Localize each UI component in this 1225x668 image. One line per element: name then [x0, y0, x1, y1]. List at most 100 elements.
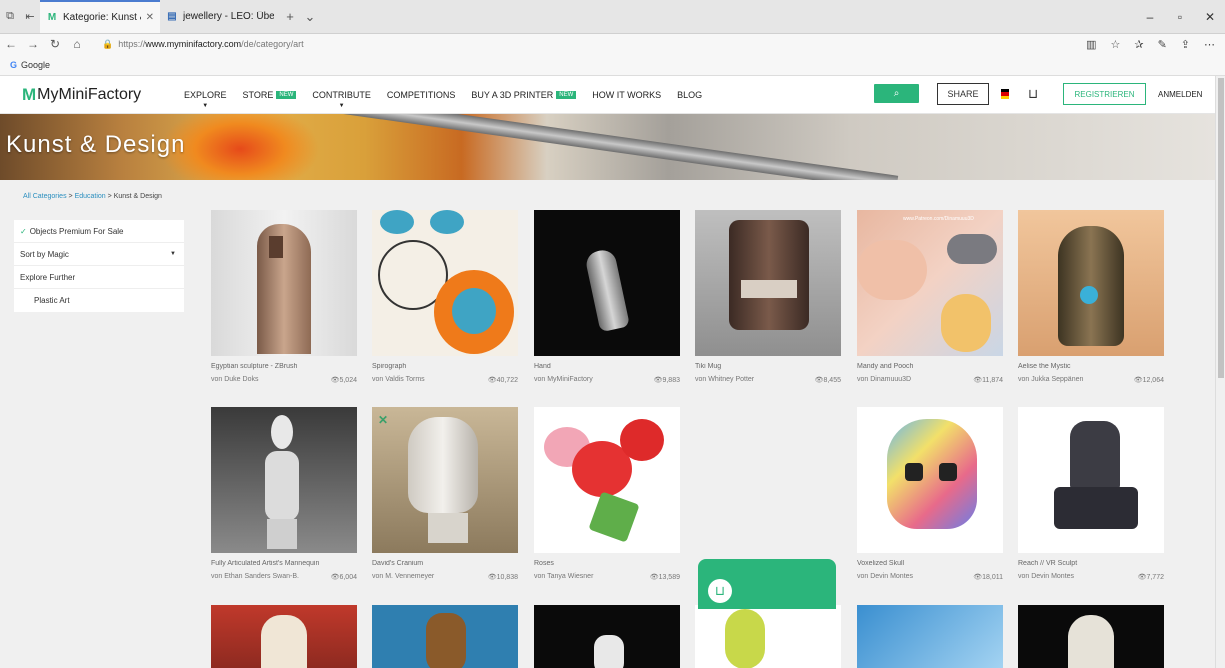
- nav-store[interactable]: STORE NEW: [243, 90, 297, 100]
- site-logo[interactable]: M MyMiniFactory: [22, 85, 172, 105]
- chevron-down-icon[interactable]: ⌄: [300, 0, 320, 33]
- subcategory-plastic-art[interactable]: Plastic Art: [14, 289, 184, 312]
- url-field[interactable]: 🔒 https://www.myminifactory.com/de/categ…: [102, 39, 1086, 50]
- object-author[interactable]: von Tanya Wiesner: [534, 573, 593, 581]
- object-title[interactable]: Roses: [534, 560, 680, 567]
- pen-icon[interactable]: ✎: [1158, 38, 1167, 51]
- home-icon[interactable]: ⌂: [66, 37, 88, 51]
- object-thumbnail[interactable]: [211, 407, 357, 553]
- object-card[interactable]: Spirograph von Valdis Torms 👁40,722: [372, 210, 518, 384]
- object-title[interactable]: Reach // VR Sculpt: [1018, 560, 1164, 567]
- sort-select[interactable]: Sort by Magic ▼: [14, 243, 184, 266]
- object-thumbnail[interactable]: [372, 210, 518, 356]
- nav-explore[interactable]: EXPLORE ▼: [184, 90, 227, 109]
- object-thumbnail[interactable]: [1018, 407, 1164, 553]
- page-scrollbar[interactable]: [1215, 76, 1225, 668]
- object-author[interactable]: von Dinamuuu3D: [857, 376, 911, 384]
- object-card[interactable]: Roses von Tanya Wiesner 👁13,589: [534, 407, 680, 581]
- object-thumbnail[interactable]: [211, 210, 357, 356]
- register-button[interactable]: REGISTRIEREN: [1063, 83, 1146, 105]
- refresh-icon[interactable]: ↻: [44, 37, 66, 51]
- object-thumbnail[interactable]: [1018, 605, 1164, 668]
- tab-jewellery[interactable]: ▤ jewellery - LEO: Übersetzun: [160, 0, 280, 33]
- object-card[interactable]: [1018, 605, 1164, 668]
- object-title[interactable]: Tiki Mug: [695, 363, 841, 370]
- object-card[interactable]: www.Patreon.com/Dinamuuu3D Mandy and Poo…: [857, 210, 1003, 384]
- breadcrumb-education[interactable]: Education: [75, 193, 106, 200]
- object-author[interactable]: von Devin Montes: [857, 573, 913, 581]
- reading-view-icon[interactable]: ▥: [1086, 38, 1096, 51]
- close-tab-icon[interactable]: ✕: [146, 12, 154, 23]
- object-title[interactable]: Spirograph: [372, 363, 518, 370]
- object-card[interactable]: [534, 605, 680, 668]
- back-tabs-icon[interactable]: ⇤: [20, 0, 40, 33]
- object-card[interactable]: Reach // VR Sculpt von Devin Montes 👁7,77…: [1018, 407, 1164, 581]
- object-card[interactable]: [695, 605, 841, 668]
- object-author[interactable]: von Valdis Torms: [372, 376, 425, 384]
- nav-competitions[interactable]: COMPETITIONS: [387, 90, 456, 100]
- object-thumbnail[interactable]: [372, 605, 518, 668]
- minimize-icon[interactable]: –: [1135, 0, 1165, 33]
- object-author[interactable]: von M. Vennemeyer: [372, 573, 434, 581]
- object-thumbnail[interactable]: [534, 605, 680, 668]
- object-author[interactable]: von Ethan Sanders Swan-B.: [211, 573, 299, 581]
- scrollbar-thumb[interactable]: [1218, 78, 1224, 378]
- object-thumbnail[interactable]: [1018, 210, 1164, 356]
- object-thumbnail[interactable]: ✕: [372, 407, 518, 553]
- object-title[interactable]: Mandy and Pooch: [857, 363, 1003, 370]
- object-card[interactable]: Egyptian sculpture - ZBrush von Duke Dok…: [211, 210, 357, 384]
- more-icon[interactable]: ⋯: [1204, 38, 1215, 51]
- object-card[interactable]: Tiki Mug von Whitney Potter 👁8,455: [695, 210, 841, 384]
- share-button[interactable]: SHARE: [937, 83, 989, 105]
- nav-buy-printer[interactable]: BUY A 3D PRINTER NEW: [471, 90, 577, 100]
- login-link[interactable]: ANMELDEN: [1158, 90, 1202, 99]
- premium-filter[interactable]: ✓ Objects Premium For Sale: [14, 220, 184, 243]
- object-author[interactable]: von Duke Doks: [211, 376, 258, 384]
- object-card[interactable]: Hand von MyMiniFactory 👁9,883: [534, 210, 680, 384]
- object-card[interactable]: Voxelized Skull von Devin Montes 👁18,011: [857, 407, 1003, 581]
- basket-icon[interactable]: ⊔: [1028, 86, 1038, 102]
- object-title[interactable]: Voxelized Skull: [857, 560, 1003, 567]
- object-thumbnail[interactable]: [857, 407, 1003, 553]
- nav-blog[interactable]: BLOG: [677, 90, 702, 100]
- object-card[interactable]: [857, 605, 1003, 668]
- forward-icon[interactable]: →: [22, 37, 44, 51]
- object-card[interactable]: [372, 605, 518, 668]
- object-author[interactable]: von MyMiniFactory: [534, 376, 593, 384]
- object-author[interactable]: von Jukka Seppänen: [1018, 376, 1083, 384]
- object-thumbnail[interactable]: [695, 605, 841, 668]
- favorite-google[interactable]: Google: [21, 60, 50, 70]
- german-flag-icon[interactable]: [1001, 89, 1009, 99]
- tab-actions-icon[interactable]: ⧉: [0, 0, 20, 33]
- tab-kunst-design[interactable]: M Kategorie: Kunst & Desi ✕: [40, 0, 160, 33]
- object-card[interactable]: Fully Articulated Artist's Mannequin von…: [211, 407, 357, 581]
- object-card[interactable]: ✕ David's Cranium von M. Vennemeyer 👁10,8…: [372, 407, 518, 581]
- nav-contribute[interactable]: CONTRIBUTE ▼: [312, 90, 371, 109]
- back-icon[interactable]: ←: [0, 37, 22, 51]
- object-title[interactable]: Egyptian sculpture - ZBrush: [211, 363, 357, 370]
- object-thumbnail[interactable]: [211, 605, 357, 668]
- nav-how-it-works[interactable]: HOW IT WORKS: [592, 90, 661, 100]
- object-title[interactable]: David's Cranium: [372, 560, 518, 567]
- object-card[interactable]: Aelise the Mystic von Jukka Seppänen 👁12,…: [1018, 210, 1164, 384]
- restore-icon[interactable]: ▫: [1165, 0, 1195, 33]
- basket-download-icon[interactable]: ⊔: [708, 579, 732, 603]
- object-author[interactable]: von Whitney Potter: [695, 376, 754, 384]
- object-thumbnail[interactable]: [534, 407, 680, 553]
- object-thumbnail[interactable]: www.Patreon.com/Dinamuuu3D: [857, 210, 1003, 356]
- favorites-hub-icon[interactable]: ✰: [1134, 38, 1143, 51]
- favorite-star-icon[interactable]: ☆: [1110, 38, 1120, 51]
- object-thumbnail[interactable]: [534, 210, 680, 356]
- object-card[interactable]: [211, 605, 357, 668]
- object-title[interactable]: Aelise the Mystic: [1018, 363, 1164, 370]
- close-window-icon[interactable]: ✕: [1195, 0, 1225, 33]
- object-thumbnail[interactable]: [857, 605, 1003, 668]
- object-author[interactable]: von Devin Montes: [1018, 573, 1074, 581]
- floating-download-card[interactable]: ⊔: [698, 559, 836, 609]
- new-tab-icon[interactable]: +: [280, 0, 300, 33]
- object-title[interactable]: Fully Articulated Artist's Mannequin: [211, 560, 357, 567]
- object-title[interactable]: Hand: [534, 363, 680, 370]
- share-icon[interactable]: ⇪: [1181, 38, 1190, 51]
- breadcrumb-all-categories[interactable]: All Categories: [23, 193, 67, 200]
- object-thumbnail[interactable]: [695, 210, 841, 356]
